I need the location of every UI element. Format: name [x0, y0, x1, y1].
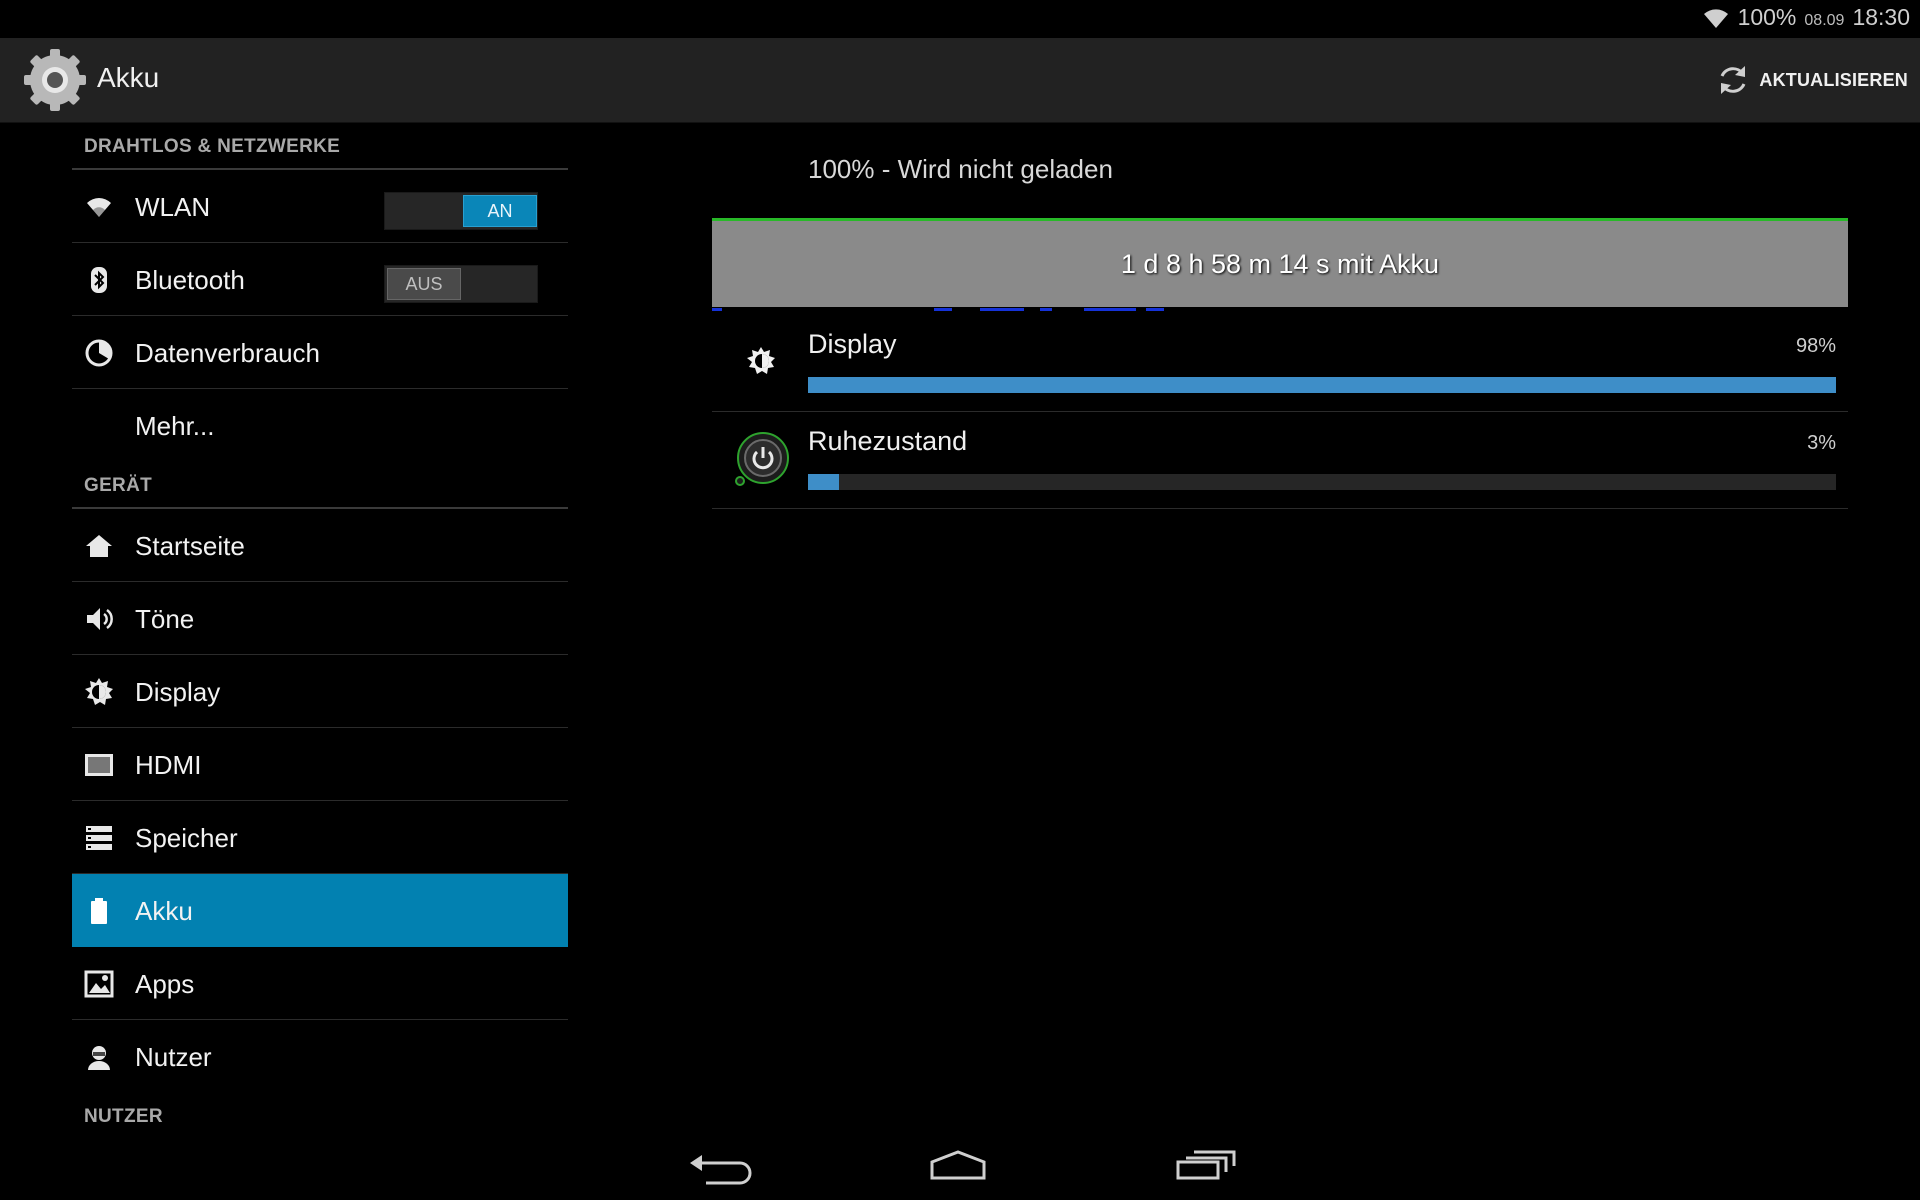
- usage-name: Ruhezustand: [808, 426, 968, 456]
- usage-bar-track: [808, 377, 1836, 393]
- refresh-icon: [1721, 66, 1746, 94]
- usage-bar-fill: [808, 377, 1836, 393]
- battery-level: 100%: [1737, 4, 1797, 30]
- activity-tick: [1084, 308, 1136, 311]
- page-title: Akku: [97, 62, 160, 93]
- sidebar-item-label: Display: [135, 677, 221, 707]
- brightness-icon: [747, 347, 775, 374]
- battery-duration-label: 1 d 8 h 58 m 14 s mit Akku: [1120, 249, 1440, 279]
- activity-tick: [712, 308, 722, 311]
- home-nav-icon[interactable]: [918, 1138, 998, 1188]
- activity-tick: [934, 308, 952, 311]
- sidebar-item-label: Startseite: [135, 531, 245, 561]
- sidebar-item-display[interactable]: Display: [72, 655, 568, 728]
- battery-status-text: 100% - Wird nicht geladen: [808, 154, 1113, 184]
- apps-icon: [84, 970, 114, 998]
- brightness-icon: [85, 678, 113, 705]
- user-icon: [88, 1046, 110, 1070]
- power-icon: [735, 432, 789, 486]
- status-bar: 100% 08.09 18:30: [0, 0, 1920, 38]
- sidebar-item-sounds[interactable]: Töne: [72, 582, 568, 655]
- activity-tick: [980, 308, 1024, 311]
- usage-bar-track: [808, 474, 1836, 490]
- recent-apps-icon[interactable]: [1164, 1138, 1244, 1188]
- graph-activity-ticks: [712, 308, 1848, 314]
- sidebar-item-label: Datenverbrauch: [135, 338, 320, 368]
- sidebar-item-hdmi[interactable]: HDMI: [72, 728, 568, 801]
- sidebar-item-data-usage[interactable]: Datenverbrauch: [72, 316, 568, 389]
- sidebar-item-storage[interactable]: Speicher: [72, 801, 568, 874]
- wifi-icon: [1703, 8, 1728, 28]
- status-time: 18:30: [1852, 4, 1910, 30]
- refresh-button[interactable]: AKTUALISIEREN: [1715, 58, 1908, 102]
- sidebar-item-label: WLAN: [135, 192, 211, 222]
- sidebar-item-label: Speicher: [135, 823, 238, 853]
- sidebar-item-bluetooth[interactable]: Bluetooth AUS: [72, 243, 568, 316]
- sidebar-item-label: Bluetooth: [135, 265, 245, 295]
- sidebar-item-label: Mehr...: [135, 411, 215, 441]
- section-title: GERÄT: [84, 475, 152, 496]
- wifi-icon: [87, 198, 111, 217]
- activity-tick: [1146, 308, 1164, 311]
- wlan-toggle[interactable]: AN: [384, 192, 538, 230]
- refresh-label: AKTUALISIEREN: [1759, 69, 1908, 90]
- status-date: 08.09: [1804, 11, 1845, 29]
- sidebar-item-apps[interactable]: Apps: [72, 947, 568, 1020]
- sidebar-item-label: Apps: [135, 969, 195, 999]
- section-title: DRAHTLOS & NETZWERKE: [84, 136, 341, 157]
- section-header-wireless: DRAHTLOS & NETZWERKE: [72, 122, 568, 170]
- section-header-device: GERÄT: [72, 461, 568, 509]
- sidebar-item-label: Töne: [135, 604, 195, 634]
- data-usage-icon: [85, 339, 113, 367]
- usage-percent: 3%: [1807, 432, 1836, 454]
- settings-gear-icon[interactable]: [20, 45, 90, 115]
- bluetooth-toggle[interactable]: AUS: [384, 265, 538, 303]
- sidebar-item-label: Nutzer: [135, 1042, 212, 1072]
- bluetooth-icon: [91, 267, 107, 293]
- usage-row-display[interactable]: Display 98%: [712, 315, 1848, 412]
- activity-tick: [1040, 308, 1052, 311]
- usage-percent: 98%: [1795, 335, 1836, 357]
- sidebar-item-home[interactable]: Startseite: [72, 509, 568, 582]
- section-title: NUTZER: [84, 1106, 163, 1127]
- navigation-bar: [0, 1128, 1920, 1200]
- storage-icon: [86, 826, 112, 850]
- sidebar-item-users[interactable]: Nutzer: [72, 1020, 568, 1092]
- sidebar-item-battery[interactable]: Akku: [72, 874, 568, 947]
- battery-icon: [91, 898, 107, 924]
- battery-history-graph[interactable]: 1 d 8 h 58 m 14 s mit Akku: [712, 218, 1848, 307]
- back-icon[interactable]: [676, 1138, 756, 1188]
- usage-name: Display: [808, 329, 897, 359]
- settings-sidebar: DRAHTLOS & NETZWERKE WLAN AN Bluetooth A…: [72, 122, 568, 1138]
- toggle-knob: AN: [463, 195, 537, 227]
- hdmi-icon: [85, 754, 113, 776]
- action-bar: Akku AKTUALISIEREN: [0, 38, 1920, 123]
- home-icon: [86, 535, 112, 557]
- toggle-knob: AUS: [387, 268, 461, 300]
- sidebar-item-label: HDMI: [135, 750, 202, 780]
- usage-bar-fill: [808, 474, 839, 490]
- sidebar-item-label: Akku: [135, 896, 193, 926]
- sidebar-item-wlan[interactable]: WLAN AN: [72, 170, 568, 243]
- usage-row-standby[interactable]: Ruhezustand 3%: [712, 412, 1848, 509]
- speaker-icon: [87, 608, 113, 630]
- sidebar-item-more[interactable]: Mehr...: [72, 389, 568, 461]
